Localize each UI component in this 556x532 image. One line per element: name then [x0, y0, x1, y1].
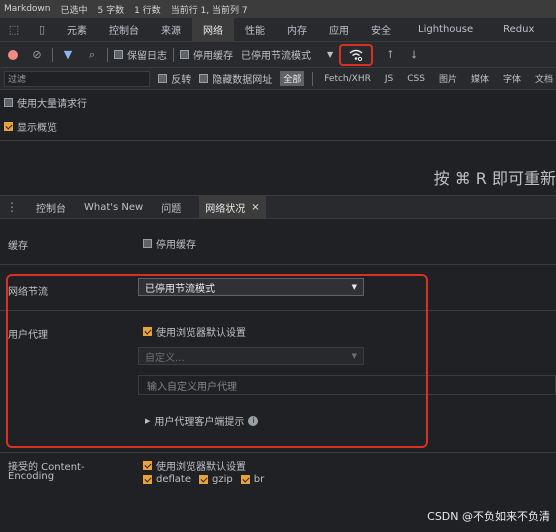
hide-data-urls-label: 隐藏数据网址	[212, 75, 273, 86]
divider	[0, 452, 556, 453]
download-icon[interactable]: ⭣	[405, 46, 423, 64]
toolbar-divider	[173, 47, 174, 62]
drawer-tab-bar: ⋮ 控制台 What's New 问题 网络状况 ×	[0, 195, 556, 219]
encoding-gzip-box[interactable]	[199, 475, 208, 484]
status-selected: 已选中	[60, 5, 88, 16]
record-icon[interactable]	[4, 46, 22, 64]
device-toolbar-icon[interactable]: ▯	[28, 18, 56, 42]
highlight-box	[6, 274, 428, 448]
type-filter-js[interactable]: JS	[382, 73, 396, 85]
drawer-tab-network-conditions[interactable]: 网络状况 ×	[199, 195, 266, 219]
throttling-dropdown-value: 已停用节流模式	[241, 51, 311, 62]
large-rows-checkbox[interactable]: 使用大量请求行	[4, 95, 87, 110]
type-filter-css[interactable]: CSS	[404, 73, 428, 85]
disable-cache-label: 停用缓存	[193, 51, 233, 62]
invert-label: 反转	[171, 75, 192, 86]
tab-network[interactable]: 网络	[192, 17, 234, 42]
encoding-default-checkbox[interactable]: 使用浏览器默认设置	[143, 458, 246, 473]
type-filter-all[interactable]: 全部	[280, 71, 305, 86]
encoding-deflate-box[interactable]	[143, 475, 152, 484]
hide-data-urls-checkbox[interactable]: 隐藏数据网址	[199, 71, 272, 86]
hide-data-urls-box[interactable]	[199, 74, 209, 83]
encoding-default-box[interactable]	[143, 461, 152, 470]
toolbar-divider	[52, 47, 53, 62]
encoding-gzip-label: gzip	[212, 474, 233, 485]
encoding-gzip-checkbox[interactable]: gzip	[199, 474, 233, 485]
type-filter-fetch-xhr[interactable]: Fetch/XHR	[321, 73, 374, 85]
tab-memory[interactable]: 内存	[276, 18, 318, 42]
wifi-settings-icon	[349, 49, 363, 61]
drawer-menu-icon[interactable]: ⋮	[6, 200, 18, 214]
divider	[0, 140, 556, 141]
conditions-disable-cache-box[interactable]	[143, 239, 152, 248]
large-rows-option: 使用大量请求行	[0, 92, 556, 112]
preserve-log-checkbox[interactable]: 保留日志	[114, 47, 167, 62]
reload-hint: 按 ⌘ R 即可重新	[433, 169, 556, 188]
filter-bar: 过滤 反转 隐藏数据网址 全部 Fetch/XHR JS CSS 图片 媒体 字…	[0, 68, 556, 90]
close-icon[interactable]: ×	[251, 202, 259, 213]
tab-application[interactable]: 应用	[318, 18, 360, 42]
drawer-tab-whats-new[interactable]: What's New	[84, 195, 143, 219]
status-chars: 5 字数	[97, 5, 125, 16]
status-app: Markdown	[4, 4, 51, 14]
encoding-deflate-label: deflate	[156, 474, 191, 485]
show-overview-option: 显示概览	[0, 116, 556, 136]
type-filter-img[interactable]: 图片	[436, 71, 460, 86]
conditions-disable-cache-checkbox[interactable]: 停用缓存	[143, 236, 196, 251]
tab-console[interactable]: 控制台	[98, 18, 150, 42]
encoding-deflate-checkbox[interactable]: deflate	[143, 474, 191, 485]
encoding-br-checkbox[interactable]: br	[240, 474, 265, 485]
cache-section-label: 缓存	[8, 241, 28, 252]
search-icon[interactable]: ⌕	[83, 46, 101, 64]
disable-cache-checkbox[interactable]: 停用缓存	[180, 47, 233, 62]
editor-status-bar: Markdown 已选中 5 字数 1 行数 当前行 1, 当前列 7	[0, 0, 556, 18]
encoding-default-label: 使用浏览器默认设置	[156, 462, 246, 473]
filter-icon[interactable]: ▼	[59, 46, 77, 64]
filter-divider	[312, 71, 314, 86]
tab-security[interactable]: 安全	[360, 18, 402, 42]
type-filter-font[interactable]: 字体	[500, 71, 524, 86]
drawer-tab-network-conditions-label: 网络状况	[205, 203, 246, 215]
show-overview-box[interactable]	[4, 121, 13, 131]
encoding-br-box[interactable]	[240, 475, 250, 484]
large-rows-box[interactable]	[4, 97, 13, 107]
preserve-log-box[interactable]	[114, 50, 123, 59]
throttling-dropdown[interactable]: 已停用节流模式 ▼	[241, 47, 333, 62]
conditions-disable-cache-label: 停用缓存	[156, 240, 196, 251]
network-toolbar: ⊘ ▼ ⌕ 保留日志 停用缓存 已停用节流模式 ▼ ⭡ ⭣	[0, 42, 556, 68]
invert-checkbox[interactable]: 反转	[158, 71, 191, 86]
tab-performance[interactable]: 性能	[234, 18, 276, 42]
status-cursor: 当前行 1, 当前列 7	[170, 5, 248, 16]
network-conditions-icon[interactable]	[339, 43, 374, 66]
inspect-element-icon[interactable]: ⬚	[0, 18, 28, 42]
large-rows-label: 使用大量请求行	[17, 98, 87, 110]
clear-icon[interactable]: ⊘	[28, 46, 46, 64]
preserve-log-label: 保留日志	[127, 51, 167, 62]
toolbar-divider	[107, 47, 108, 62]
encoding-br-label: br	[253, 474, 265, 485]
chevron-down-icon: ▼	[327, 50, 334, 59]
tab-sources[interactable]: 来源	[150, 18, 192, 42]
invert-box[interactable]	[158, 74, 168, 83]
type-filter-doc[interactable]: 文档	[532, 71, 556, 86]
upload-icon[interactable]: ⭡	[381, 46, 399, 64]
tab-lighthouse[interactable]: Lighthouse	[402, 18, 489, 42]
show-overview-label: 显示概览	[17, 122, 57, 134]
tab-elements[interactable]: 元素	[56, 18, 98, 42]
encoding-section-label-2: Encoding	[8, 471, 55, 482]
disable-cache-box[interactable]	[180, 50, 189, 59]
show-overview-checkbox[interactable]: 显示概览	[4, 119, 57, 134]
encoding-options: deflate gzip br	[143, 474, 264, 485]
filter-input[interactable]: 过滤	[4, 70, 151, 87]
status-lines: 1 行数	[134, 5, 161, 16]
devtools-tab-bar: ⬚ ▯ 元素 控制台 来源 网络 性能 内存 应用 安全 Lighthouse …	[0, 17, 556, 42]
type-filter-media[interactable]: 媒体	[468, 71, 492, 86]
drawer-tab-issues[interactable]: 问题	[161, 195, 181, 219]
drawer-tab-console[interactable]: 控制台	[36, 195, 66, 219]
tab-redux[interactable]: Redux	[489, 18, 548, 42]
divider	[0, 264, 556, 265]
watermark: CSDN @不负如来不负清	[427, 510, 550, 523]
